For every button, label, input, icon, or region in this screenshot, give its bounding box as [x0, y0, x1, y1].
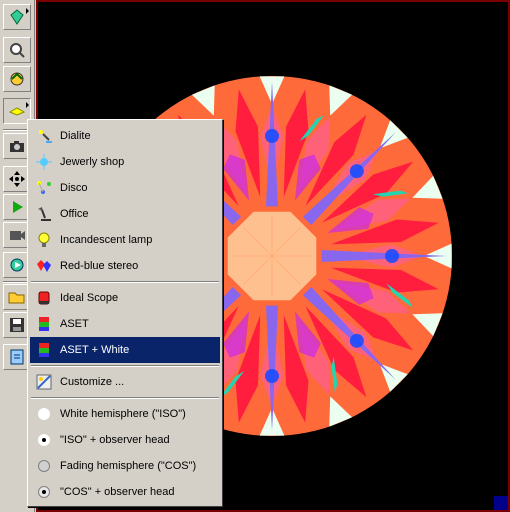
zoom-icon — [10, 43, 25, 58]
menu-item-customize[interactable]: Customize ... — [30, 369, 220, 395]
play-icon — [13, 201, 23, 213]
rotate-button[interactable] — [3, 66, 31, 92]
menu-item-label: Red-blue stereo — [60, 260, 139, 272]
menu-item-ideal-scope[interactable]: Ideal Scope — [30, 285, 220, 311]
menu-item-label: Incandescent lamp — [60, 234, 153, 246]
menu-item-aset[interactable]: ASET — [30, 311, 220, 337]
menu-item-label: ASET + White — [60, 344, 130, 356]
menu-item-label: Jewerly shop — [60, 156, 125, 168]
zoom-button[interactable] — [3, 37, 31, 63]
open-icon — [8, 292, 25, 304]
disco-lights-icon — [37, 181, 51, 194]
light-icon — [8, 107, 26, 116]
menu-item-label: "COS" + observer head — [60, 486, 175, 498]
aset-icon — [39, 317, 49, 331]
sparkle-lights-icon — [36, 154, 52, 170]
menu-item-label: Office — [60, 208, 89, 220]
menu-item-white-hemisphere[interactable]: White hemisphere ("ISO") — [30, 401, 220, 427]
menu-item-fading-hemisphere[interactable]: Fading hemisphere ("COS") — [30, 453, 220, 479]
record-icon — [10, 231, 25, 240]
camera-icon — [10, 141, 24, 152]
gem-view-button[interactable] — [3, 4, 31, 30]
lamp-sparkle-icon — [39, 130, 52, 143]
menu-item-incandescent-lamp[interactable]: Incandescent lamp — [30, 227, 220, 253]
resize-corner[interactable] — [494, 496, 508, 510]
menu-item-label: Customize ... — [60, 376, 125, 388]
menu-item-disco[interactable]: Disco — [30, 175, 220, 201]
menu-item-dialite[interactable]: Dialite — [30, 123, 220, 149]
menu-item-label: Disco — [60, 182, 88, 194]
aset-white-icon — [39, 343, 49, 357]
animation-icon — [10, 258, 24, 272]
radio-grey-icon — [38, 460, 50, 472]
menu-item-red-blue-stereo[interactable]: Red-blue stereo — [30, 253, 220, 279]
menu-item-office[interactable]: Office — [30, 201, 220, 227]
radio-empty-icon — [38, 408, 50, 420]
menu-item-aset-white[interactable]: ASET + White — [30, 337, 220, 363]
menu-item-label: Dialite — [60, 130, 91, 142]
gem-view-icon — [10, 9, 24, 25]
rotate-icon — [10, 72, 24, 86]
radio-dot-icon — [38, 434, 50, 446]
menu-item-cos-observer-head[interactable]: "COS" + observer head — [30, 479, 220, 505]
lighting-popup-menu: Dialite Jewerly shop Disco Office Incand… — [27, 119, 223, 507]
move-icon — [9, 171, 25, 187]
light-bulb-icon — [38, 232, 50, 247]
desk-lamp-icon — [38, 207, 51, 221]
scope-red-icon — [38, 291, 50, 305]
stereo-gem-icon — [37, 260, 51, 272]
menu-item-label: Ideal Scope — [60, 292, 119, 304]
menu-item-label: White hemisphere ("ISO") — [60, 408, 186, 420]
radio-dot-icon — [38, 486, 50, 498]
export-icon — [10, 349, 24, 365]
customize-icon — [36, 374, 52, 390]
save-icon — [10, 318, 24, 332]
menu-item-label: "ISO" + observer head — [60, 434, 170, 446]
menu-item-jewerly-shop[interactable]: Jewerly shop — [30, 149, 220, 175]
menu-item-label: Fading hemisphere ("COS") — [60, 460, 197, 472]
menu-item-iso-observer-head[interactable]: "ISO" + observer head — [30, 427, 220, 453]
menu-item-label: ASET — [60, 318, 89, 330]
